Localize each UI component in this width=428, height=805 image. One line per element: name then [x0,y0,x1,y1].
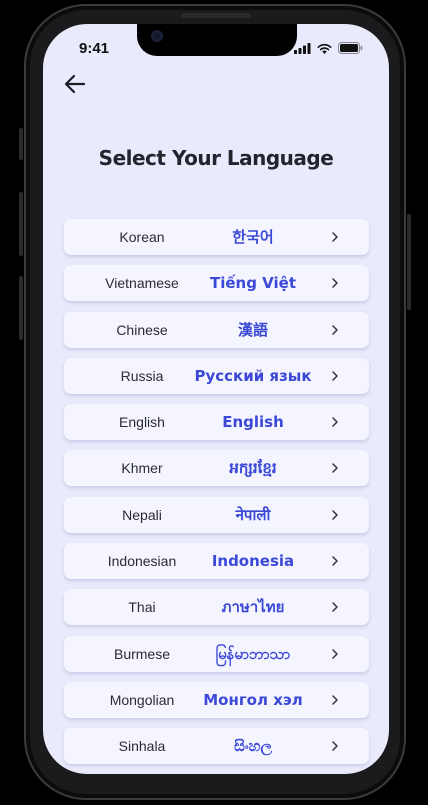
language-option-nepali[interactable]: Nepali नेपाली [64,496,369,533]
language-native-name: 한국어 [232,228,274,246]
language-native-name: English [222,413,284,432]
language-option-russia[interactable]: Russia Русский язык [64,357,369,394]
chevron-right-icon [332,648,338,659]
chevron-right-icon [332,510,338,520]
volume-up-button [19,192,23,256]
app-screen: 9:41 Select Your Language Korean 한국어 Vie… [43,24,389,774]
language-native-name: Indonesia [211,552,295,571]
chevron-right-icon [332,695,338,705]
volume-down-button [19,276,23,340]
chevron-right-icon [332,741,338,752]
language-option-burmese[interactable]: Burmese မြန်မာဘာသာ [64,635,369,672]
chevron-right-icon [332,417,338,427]
language-option-chinese[interactable]: Chinese 漢語 [64,311,369,348]
language-option-vietnamese[interactable]: Vietnamese Tiếng Việt [64,265,369,302]
status-time: 9:41 [79,40,110,57]
language-list: Korean 한국어 Vietnamese Tiếng Việt Chinese… [64,219,369,774]
chevron-right-icon [332,232,338,242]
chevron-right-icon [332,324,338,335]
chevron-right-icon [332,371,338,381]
status-icons [294,42,363,54]
power-button [407,214,411,310]
back-button[interactable] [63,72,87,96]
language-native-name: អក្សរខ្មែរ [229,459,277,478]
chevron-right-icon [332,602,338,613]
cellular-signal-icon [294,42,311,54]
language-native-name: Tiếng Việt [209,274,296,293]
language-native-name: සිංහල [234,737,272,756]
wifi-icon [317,43,332,54]
language-native-name: 漢語 [237,320,268,339]
language-option-sinhala[interactable]: Sinhala සිංහල [64,728,369,765]
chevron-right-icon [332,278,338,289]
language-native-name: ภาษาไทย [221,598,285,617]
battery-icon [338,42,363,54]
language-option-thai[interactable]: Thai ภาษาไทย [64,589,369,626]
language-option-mongolian[interactable]: Mongolian Монгол хэл [64,681,369,718]
language-native-name: Монгол хэл [203,690,303,709]
language-option-khmer[interactable]: Khmer អក្សរខ្មែរ [64,450,369,487]
language-option-english[interactable]: English English [64,404,369,441]
mute-switch [19,128,23,160]
front-camera [151,30,163,42]
notch [137,24,297,56]
chevron-right-icon [332,463,338,474]
earpiece-speaker [181,13,251,18]
language-option-indonesian[interactable]: Indonesian Indonesia [64,543,369,580]
chevron-right-icon [332,556,338,566]
arrow-left-icon [64,74,86,94]
page-title: Select Your Language [98,146,334,170]
language-native-name: မြန်မာဘာသာ [215,644,291,663]
language-native-name: Русский язык [194,366,312,385]
language-native-name: नेपाली [235,505,271,524]
language-option-korean[interactable]: Korean 한국어 [64,219,369,255]
